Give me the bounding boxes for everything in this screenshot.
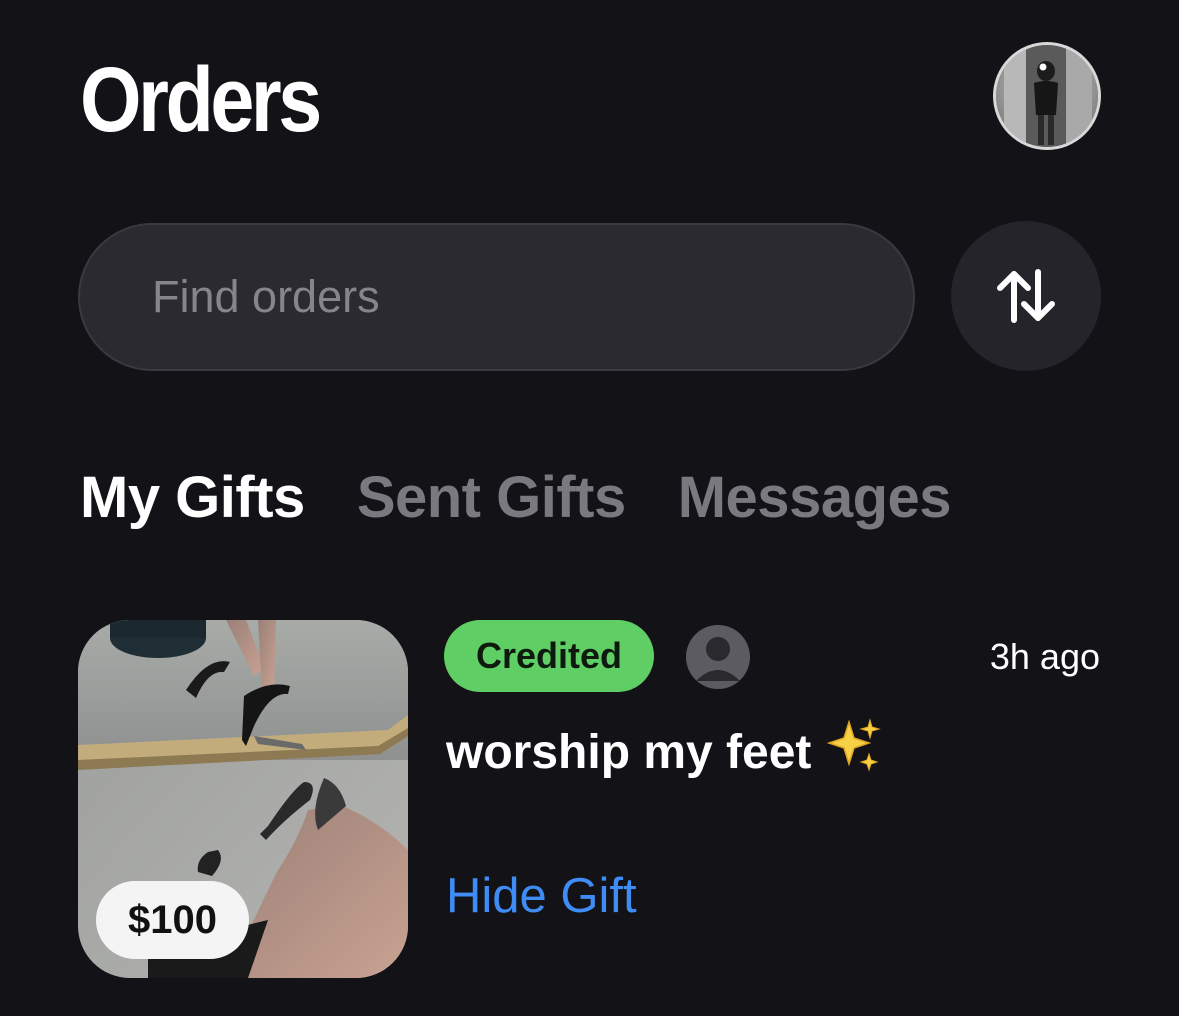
order-title: worship my feet [446,726,812,779]
order-title-row: worship my feet [446,718,882,790]
sender-avatar[interactable] [686,625,750,689]
sort-button[interactable] [951,221,1101,371]
tab-messages[interactable]: Messages [678,460,952,536]
search-bar [78,223,915,371]
tab-my-gifts[interactable]: My Gifts [80,460,305,536]
tab-bar: My Gifts Sent Gifts Messages [80,460,1003,536]
status-badge: Credited [444,620,655,692]
tab-sent-gifts[interactable]: Sent Gifts [357,460,626,536]
hide-gift-link[interactable]: Hide Gift [446,866,637,926]
page-title: Orders [80,49,322,151]
profile-avatar[interactable] [993,42,1101,150]
orders-screen: Orders Find orders My Gifts Sent Gifts M… [0,0,1179,1016]
sort-arrows-icon [997,269,1055,323]
person-icon [696,637,740,681]
search-input[interactable] [152,225,852,369]
sparkles-icon [825,718,882,790]
order-timestamp: 3h ago [989,636,1100,677]
gift-thumbnail[interactable]: $100 [78,620,408,978]
price-badge: $100 [96,881,249,959]
profile-photo-icon [996,45,1098,147]
